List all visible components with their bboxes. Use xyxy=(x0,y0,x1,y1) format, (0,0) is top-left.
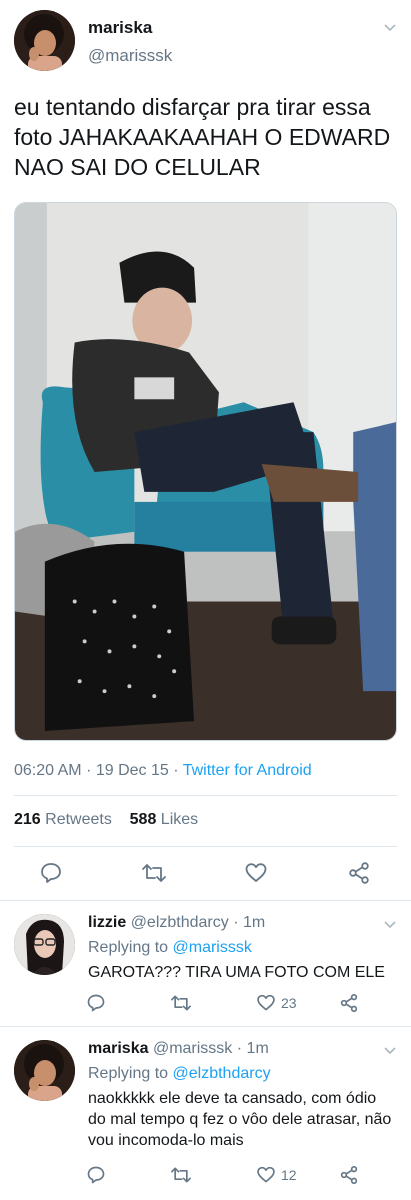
meta-separator: · xyxy=(236,1040,243,1057)
author-handle[interactable]: @marisssk xyxy=(88,46,172,66)
reply-icon xyxy=(87,994,105,1012)
reply-time: 1m xyxy=(242,914,266,931)
reply-tweet[interactable]: lizzie @elzbthdarcy · 1m Replying to @ma… xyxy=(0,900,411,1026)
reply-actions: 23 xyxy=(0,988,411,1018)
divider xyxy=(14,795,397,796)
like-button[interactable]: 12 xyxy=(256,1160,297,1190)
share-icon xyxy=(340,1166,358,1185)
share-button[interactable] xyxy=(339,988,359,1018)
tweet-client-link[interactable]: Twitter for Android xyxy=(183,762,312,779)
retweet-icon xyxy=(170,1167,191,1183)
tweet-stats: 216 Retweets 588 Likes xyxy=(14,811,198,829)
like-button[interactable] xyxy=(244,858,268,888)
retweet-button[interactable] xyxy=(170,1160,192,1190)
reply-header: lizzie @elzbthdarcy · 1m xyxy=(88,914,265,932)
reply-time: 1m xyxy=(246,1040,269,1057)
avatar[interactable] xyxy=(14,10,75,71)
replying-label: Replying to xyxy=(88,939,169,956)
reply-author-handle[interactable]: @elzbthdarcy xyxy=(131,914,229,931)
replying-to: Replying to @marisssk xyxy=(88,939,252,957)
reply-author-name[interactable]: lizzie xyxy=(88,914,126,931)
tweet-date: 19 Dec 15 xyxy=(95,762,169,779)
like-icon xyxy=(257,994,275,1011)
share-icon xyxy=(340,994,358,1013)
likes-label: Likes xyxy=(160,811,199,828)
reply-text: GAROTA??? TIRA UMA FOTO COM ELE xyxy=(88,964,385,981)
retweet-icon xyxy=(170,995,191,1011)
share-button[interactable] xyxy=(339,1160,359,1190)
reply-tweet[interactable]: mariska @marisssk · 1m Replying to @elzb… xyxy=(0,1026,411,1200)
like-count: 23 xyxy=(281,995,297,1011)
meta-separator: · xyxy=(86,762,92,779)
tweet-meta: 06:20 AM · 19 Dec 15 · Twitter for Andro… xyxy=(14,762,312,780)
reply-author-handle[interactable]: @marisssk xyxy=(153,1040,232,1057)
mention-link[interactable]: @marisssk xyxy=(173,939,252,956)
avatar[interactable] xyxy=(14,1040,75,1101)
like-icon xyxy=(257,1166,275,1183)
like-icon xyxy=(245,863,267,882)
chevron-down-icon[interactable] xyxy=(383,917,397,931)
likes-stat[interactable]: 588 Likes xyxy=(130,811,199,828)
reply-text: naokkkkk ele deve ta cansado, com ódio d… xyxy=(88,1090,392,1149)
share-icon xyxy=(349,862,369,884)
replying-label: Replying to xyxy=(88,1065,169,1082)
share-button[interactable] xyxy=(347,858,371,888)
reply-icon xyxy=(87,1166,105,1184)
likes-count: 588 xyxy=(129,811,157,828)
retweet-button[interactable] xyxy=(170,988,192,1018)
reply-author-name[interactable]: mariska xyxy=(88,1040,149,1057)
chevron-down-icon[interactable] xyxy=(383,1043,397,1057)
like-button[interactable]: 23 xyxy=(256,988,297,1018)
retweet-icon xyxy=(142,864,166,882)
retweets-stat[interactable]: 216 Retweets xyxy=(14,811,112,828)
retweet-button[interactable] xyxy=(141,858,167,888)
retweets-label: Retweets xyxy=(45,811,112,828)
reply-actions: 12 xyxy=(0,1160,411,1190)
meta-separator: · xyxy=(233,914,239,931)
like-count: 12 xyxy=(281,1167,297,1183)
retweets-count: 216 xyxy=(14,811,41,828)
replying-to: Replying to @elzbthdarcy xyxy=(88,1065,271,1083)
tweet-text: eu tentando disfarçar pra tirar essa fot… xyxy=(14,94,391,180)
reply-header: mariska @marisssk · 1m xyxy=(88,1040,269,1058)
reply-button[interactable] xyxy=(39,858,63,888)
reply-icon xyxy=(41,863,61,883)
meta-separator: · xyxy=(173,762,179,779)
tweet-photo[interactable] xyxy=(14,202,397,741)
tweet-time: 06:20 AM xyxy=(14,762,82,779)
chevron-down-icon[interactable] xyxy=(383,20,397,34)
tweet-actions xyxy=(0,858,411,888)
author-name[interactable]: mariska xyxy=(88,18,152,38)
divider xyxy=(14,846,397,847)
reply-button[interactable] xyxy=(86,988,106,1018)
mention-link[interactable]: @elzbthdarcy xyxy=(173,1065,271,1082)
avatar[interactable] xyxy=(14,914,75,975)
reply-button[interactable] xyxy=(86,1160,106,1190)
